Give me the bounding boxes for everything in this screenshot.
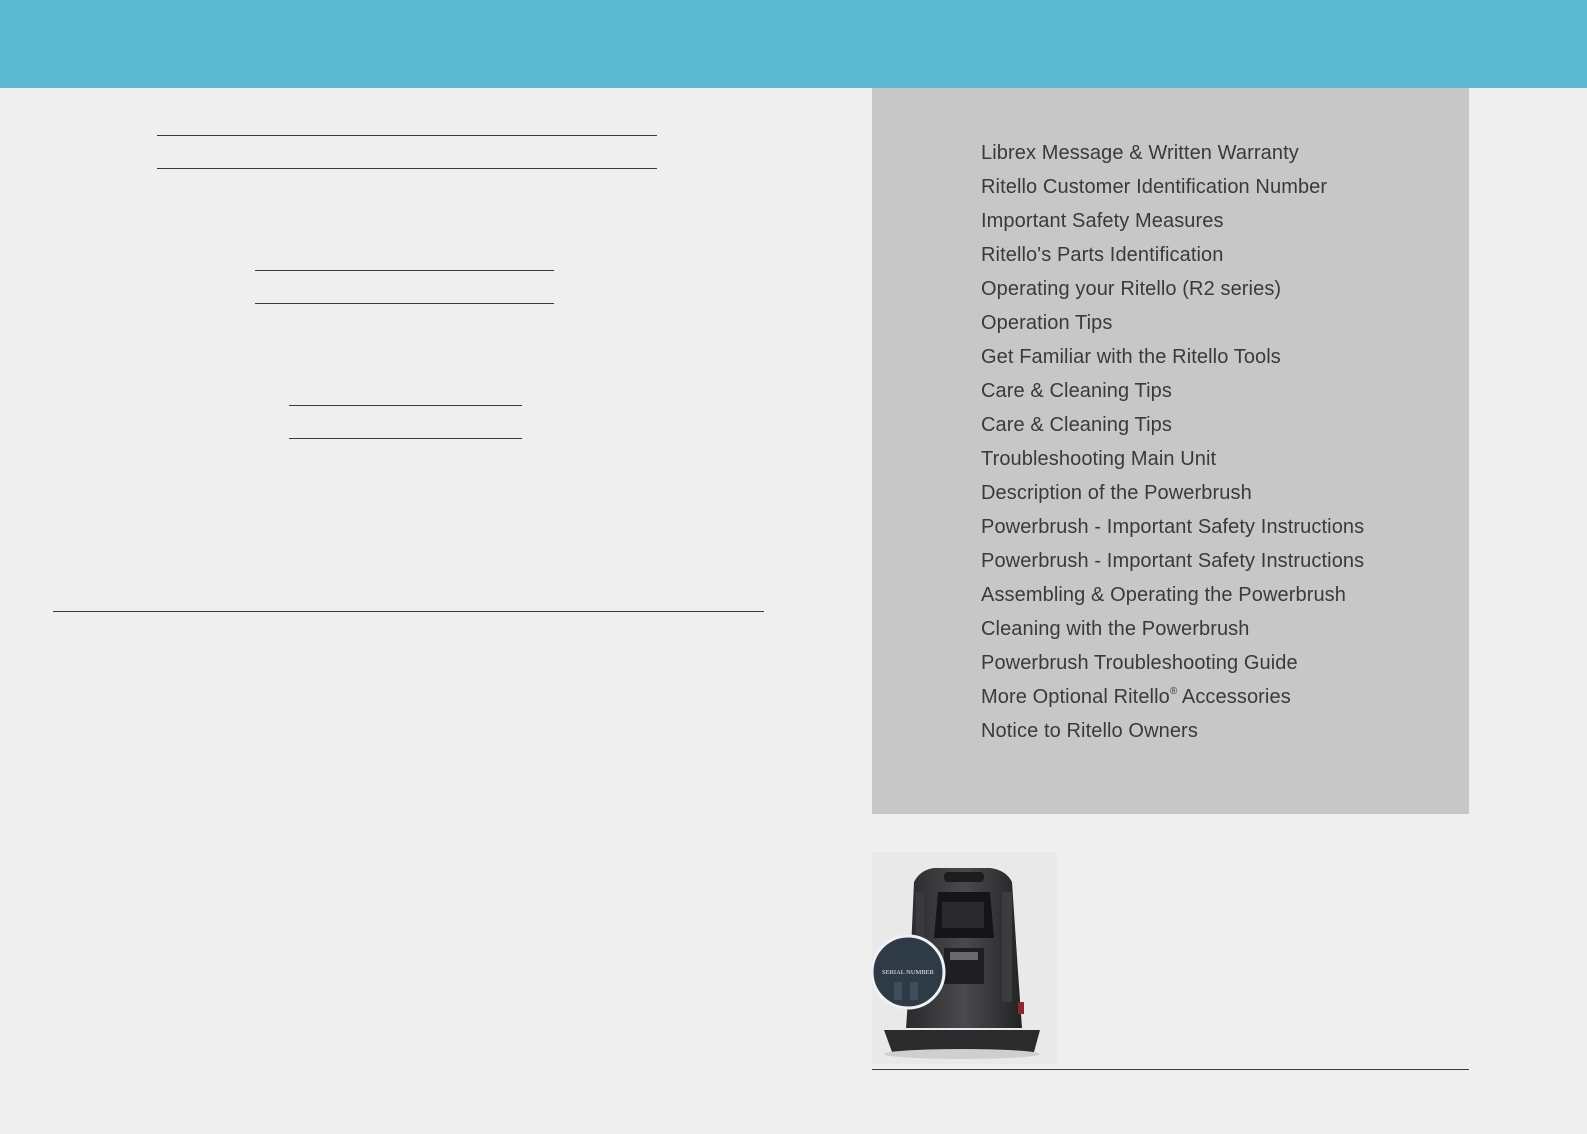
toc-item-label: Librex Message & Written Warranty <box>981 142 1299 164</box>
toc-item[interactable]: Powerbrush Troubleshooting Guide <box>981 646 1364 680</box>
header-banner <box>0 0 1587 88</box>
serial-number-label: SERIAL NUMBER <box>882 969 935 976</box>
blank-line <box>157 168 657 169</box>
toc-item[interactable]: Operation Tips <box>981 306 1364 340</box>
toc-list: Librex Message & Written Warranty Ritell… <box>981 136 1364 748</box>
photo-divider <box>872 1069 1469 1070</box>
toc-item-label: Powerbrush - Important Safety Instructio… <box>981 516 1365 538</box>
toc-item[interactable]: Get Familiar with the Ritello Tools <box>981 340 1364 374</box>
toc-item[interactable]: Notice to Ritello Owners <box>981 714 1364 748</box>
toc-item[interactable]: Important Safety Measures <box>981 204 1364 238</box>
table-of-contents: Librex Message & Written Warranty Ritell… <box>872 88 1469 814</box>
toc-item-label-suffix: Accessories <box>1177 686 1291 708</box>
toc-item-label: Ritello Customer Identification Number <box>981 176 1328 198</box>
blank-line <box>289 405 522 406</box>
signature-line <box>53 611 764 612</box>
toc-item-label: Care & Cleaning Tips <box>981 380 1172 402</box>
toc-item[interactable]: Librex Message & Written Warranty <box>981 136 1364 170</box>
toc-item-label: Notice to Ritello Owners <box>981 720 1198 742</box>
toc-item-label: Cleaning with the Powerbrush <box>981 618 1250 640</box>
toc-item-label: Assembling & Operating the Powerbrush <box>981 584 1346 606</box>
toc-item[interactable]: Care & Cleaning Tips <box>981 374 1364 408</box>
toc-item-label: Get Familiar with the Ritello Tools <box>981 346 1281 368</box>
toc-item-label: Important Safety Measures <box>981 210 1224 232</box>
toc-item-label: Ritello's Parts Identification <box>981 244 1224 266</box>
toc-item-label: Operation Tips <box>981 312 1113 334</box>
blank-line <box>255 270 554 271</box>
toc-item[interactable]: Ritello's Parts Identification <box>981 238 1364 272</box>
product-photo: SERIAL NUMBER <box>872 852 1057 1064</box>
toc-item-label: Powerbrush Troubleshooting Guide <box>981 652 1298 674</box>
toc-item[interactable]: Powerbrush - Important Safety Instructio… <box>981 510 1364 544</box>
toc-item[interactable]: Powerbrush - Important Safety Instructio… <box>981 544 1364 578</box>
toc-item[interactable]: Troubleshooting Main Unit <box>981 442 1364 476</box>
toc-item[interactable]: Assembling & Operating the Powerbrush <box>981 578 1364 612</box>
blank-line <box>289 438 522 439</box>
toc-item-label: Operating your Ritello (R2 series) <box>981 278 1282 300</box>
toc-item[interactable]: Operating your Ritello (R2 series) <box>981 272 1364 306</box>
toc-item-label: Troubleshooting Main Unit <box>981 448 1217 470</box>
toc-item[interactable]: Cleaning with the Powerbrush <box>981 612 1364 646</box>
blank-line <box>157 135 657 136</box>
blank-line <box>255 303 554 304</box>
toc-item[interactable]: Description of the Powerbrush <box>981 476 1364 510</box>
toc-item-label: Powerbrush - Important Safety Instructio… <box>981 550 1365 572</box>
toc-item[interactable]: Care & Cleaning Tips <box>981 408 1364 442</box>
toc-item[interactable]: Ritello Customer Identification Number <box>981 170 1364 204</box>
toc-item-label: Description of the Powerbrush <box>981 482 1252 504</box>
vacuum-illustration: SERIAL NUMBER <box>872 852 1057 1064</box>
toc-item-label: Care & Cleaning Tips <box>981 414 1172 436</box>
toc-item-label: More Optional Ritello <box>981 686 1170 708</box>
toc-item[interactable]: More Optional Ritello® Accessories <box>981 680 1364 714</box>
